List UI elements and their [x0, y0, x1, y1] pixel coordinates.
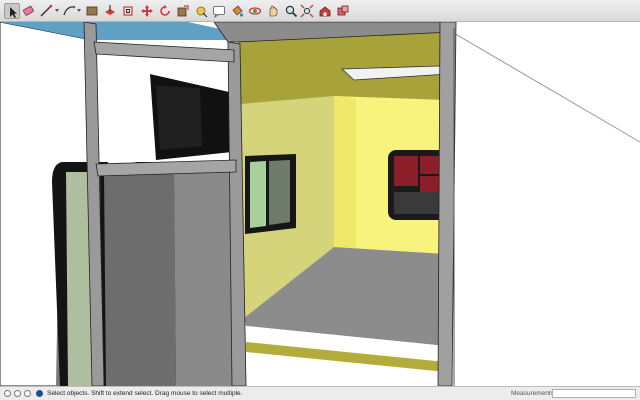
back-wall-corner [334, 96, 356, 248]
side-window-pane-right [269, 160, 290, 225]
line-tool-icon [40, 4, 53, 17]
zoom-extents-tool-button[interactable] [299, 3, 315, 19]
pan-tool-button[interactable] [265, 3, 281, 19]
line-tool-button[interactable] [38, 3, 54, 19]
eraser-tool-button[interactable] [20, 3, 36, 19]
offset-tool-button[interactable] [120, 3, 136, 19]
select-tool-icon [10, 7, 17, 18]
door-window-pane-right [104, 172, 176, 386]
warehouse-tool-button[interactable] [317, 3, 333, 19]
tape-measure-tool-icon [196, 6, 208, 18]
side-window-pane-left [250, 161, 266, 228]
tape-measure-tool-button[interactable] [193, 3, 209, 19]
rear-shelf-upper-right [420, 156, 442, 174]
arc-tool-caret[interactable] [77, 9, 81, 12]
measurements-input[interactable] [552, 389, 636, 398]
status-bar: Select objects. Shift to extend select. … [0, 386, 640, 400]
line-tool-caret[interactable] [55, 9, 59, 12]
paint-bucket-tool-icon [232, 5, 244, 17]
frame-beam-top [93, 41, 235, 63]
text-tool-icon [213, 6, 225, 18]
geolocation-icon[interactable] [4, 390, 11, 397]
door-panel-right-section [166, 164, 240, 386]
rectangle-tool-button[interactable] [84, 3, 100, 19]
rotate-tool-icon [160, 5, 170, 16]
rectangle-tool-icon [86, 6, 98, 16]
push-pull-tool-button[interactable] [102, 3, 118, 19]
offset-tool-icon [123, 6, 133, 16]
frame-opening-lower [104, 74, 152, 166]
text-tool-button[interactable] [211, 3, 227, 19]
zoom-tool-icon [285, 5, 298, 18]
orbit-tool-button[interactable] [247, 3, 263, 19]
extensions-tool-button[interactable] [335, 3, 351, 19]
main-toolbar [0, 0, 640, 22]
arc-tool-icon [63, 5, 76, 16]
move-tool-icon [141, 5, 153, 17]
rear-shelf-upper-left [394, 156, 418, 186]
rear-shelf-base [394, 192, 442, 214]
zoom-tool-button[interactable] [283, 3, 299, 19]
user-icon[interactable] [24, 390, 31, 397]
scale-tool-button[interactable] [175, 3, 191, 19]
orbit-tool-icon [248, 7, 262, 15]
cab-window-inner [156, 86, 202, 150]
credits-icon[interactable] [14, 390, 21, 397]
zoom-extents-tool-icon [300, 4, 314, 18]
extensions-tool-icon [337, 5, 349, 16]
paint-bucket-tool-button[interactable] [229, 3, 245, 19]
move-tool-button[interactable] [139, 3, 155, 19]
model-viewport[interactable] [0, 22, 640, 386]
warehouse-tool-icon [319, 6, 331, 17]
select-tool-button[interactable] [4, 3, 20, 19]
rotate-tool-button[interactable] [157, 3, 173, 19]
eraser-tool-icon [23, 5, 34, 16]
arc-tool-button[interactable] [61, 3, 77, 19]
instructor-icon[interactable] [36, 390, 43, 397]
model-scene[interactable] [0, 22, 640, 386]
measurements-label: Measurements [511, 390, 554, 397]
status-hint-text: Select objects. Shift to extend select. … [47, 390, 243, 397]
push-pull-tool-icon [105, 5, 115, 15]
scale-tool-icon [177, 5, 189, 17]
pan-tool-icon [269, 5, 278, 17]
